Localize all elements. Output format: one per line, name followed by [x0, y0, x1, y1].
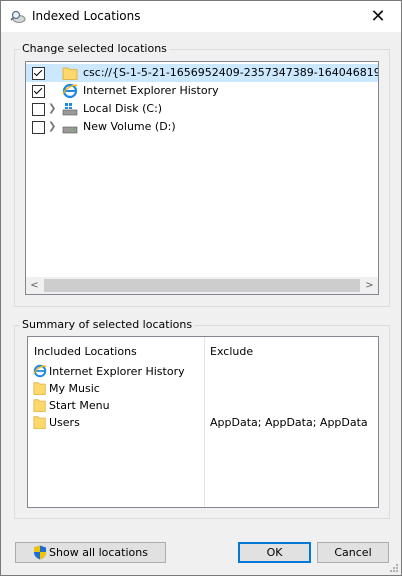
- chevron-right-icon[interactable]: ❯: [48, 121, 56, 132]
- internet-explorer-icon: [62, 83, 78, 99]
- column-header-exclude: Exclude: [210, 345, 254, 358]
- tree-checkbox[interactable]: [32, 121, 45, 134]
- ok-label: OK: [266, 546, 283, 559]
- summary-location: Internet Explorer History: [49, 365, 185, 378]
- summary-label: Summary of selected locations: [20, 318, 195, 331]
- summary-location: Start Menu: [49, 399, 110, 412]
- ok-button[interactable]: OK: [238, 542, 311, 563]
- summary-row: Start Menu: [28, 397, 378, 414]
- tree-row-new-volume[interactable]: ❯ New Volume (D:): [26, 118, 378, 136]
- summary-list: Included Locations Exclude Internet Expl…: [27, 336, 379, 508]
- change-locations-label: Change selected locations: [20, 42, 169, 55]
- window-title: Indexed Locations: [32, 9, 141, 23]
- close-icon: ✕: [370, 6, 386, 27]
- scroll-left-icon[interactable]: <: [26, 277, 43, 294]
- summary-row: Users AppData; AppData; AppData: [28, 414, 378, 431]
- tree-item-label: csc://{S-1-5-21-1656952409-2357347389-16…: [83, 66, 378, 79]
- tree-checkbox[interactable]: [32, 85, 45, 98]
- tree-row-ie-history[interactable]: Internet Explorer History: [26, 82, 378, 100]
- summary-exclude: AppData; AppData; AppData: [210, 416, 368, 429]
- tree-row-csc[interactable]: csc://{S-1-5-21-1656952409-2357347389-16…: [26, 64, 378, 82]
- chevron-right-icon[interactable]: ❯: [48, 103, 56, 114]
- resize-grip-icon[interactable]: [389, 563, 399, 573]
- show-all-locations-button[interactable]: Show all locations: [15, 542, 166, 563]
- scroll-right-icon[interactable]: >: [361, 277, 378, 294]
- tree-item-label: Local Disk (C:): [83, 102, 163, 115]
- folder-icon: [33, 399, 46, 412]
- folder-icon: [62, 67, 78, 80]
- shield-icon: [34, 545, 47, 560]
- show-all-locations-label: Show all locations: [49, 546, 148, 559]
- summary-location: Users: [49, 416, 80, 429]
- summary-row: My Music: [28, 380, 378, 397]
- search-indexing-icon: [10, 10, 26, 23]
- internet-explorer-icon: [33, 364, 47, 378]
- summary-location: My Music: [49, 382, 100, 395]
- folder-icon: [33, 416, 46, 429]
- folder-icon: [33, 382, 46, 395]
- cancel-button[interactable]: Cancel: [317, 542, 389, 563]
- horizontal-scrollbar[interactable]: < >: [26, 277, 378, 294]
- scroll-thumb[interactable]: [44, 279, 360, 292]
- close-button[interactable]: ✕: [355, 1, 401, 32]
- windows-drive-icon: [62, 103, 78, 116]
- cancel-label: Cancel: [334, 546, 372, 559]
- tree-checkbox[interactable]: [32, 67, 45, 80]
- tree-checkbox[interactable]: [32, 103, 45, 116]
- tree-item-label: Internet Explorer History: [83, 84, 219, 97]
- locations-tree[interactable]: csc://{S-1-5-21-1656952409-2357347389-16…: [25, 61, 379, 295]
- title-bar[interactable]: Indexed Locations ✕: [1, 1, 401, 32]
- summary-row: Internet Explorer History: [28, 363, 378, 380]
- drive-icon: [62, 126, 78, 134]
- tree-row-local-disk[interactable]: ❯ Local Disk (C:): [26, 100, 378, 118]
- indexed-locations-dialog: Indexed Locations ✕ Change selected loca…: [0, 0, 402, 576]
- tree-item-label: New Volume (D:): [83, 120, 176, 133]
- column-header-included: Included Locations: [34, 345, 137, 358]
